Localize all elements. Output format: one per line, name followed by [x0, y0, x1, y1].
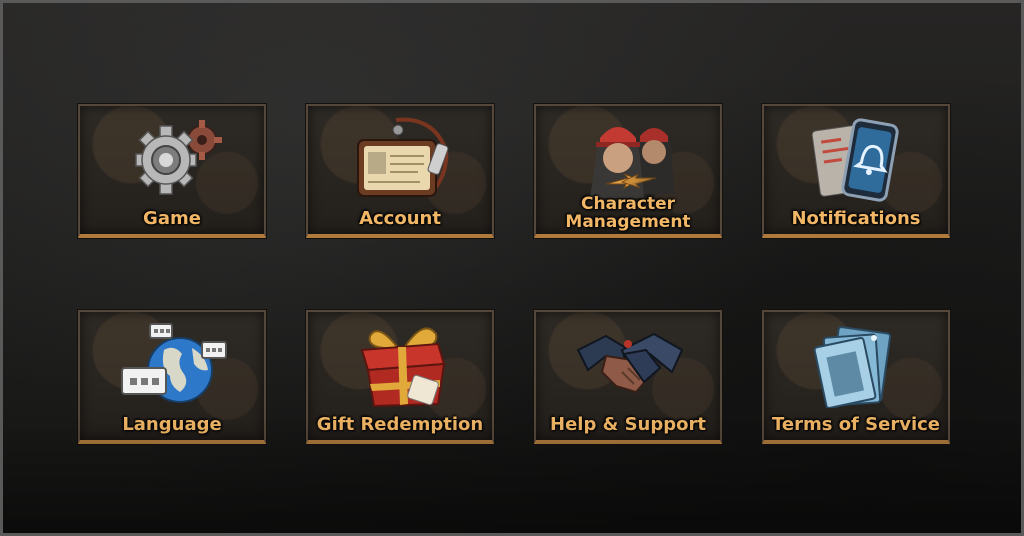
tile-label: Game	[143, 208, 201, 229]
phone-bell-icon	[804, 114, 912, 202]
tile-label: Help & Support	[550, 414, 706, 435]
gift-box-icon	[348, 320, 456, 408]
tile-account[interactable]: Account	[306, 104, 494, 238]
tile-notifications[interactable]: Notifications	[762, 104, 950, 238]
documents-icon	[804, 320, 912, 408]
tile-terms-of-service[interactable]: Terms of Service	[762, 310, 950, 444]
characters-swap-icon	[576, 114, 684, 202]
tile-label: Gift Redemption	[316, 414, 484, 435]
tile-character-management[interactable]: Character Management	[534, 104, 722, 238]
tile-label: Terms of Service	[771, 414, 940, 435]
id-badge-icon	[348, 114, 456, 202]
tile-gift-redemption[interactable]: Gift Redemption	[306, 310, 494, 444]
globe-chat-icon	[120, 320, 228, 408]
settings-panel: Game Account Character Management Notifi…	[0, 0, 1024, 536]
tile-label: Account	[359, 208, 441, 229]
handshake-icon	[576, 320, 684, 408]
tile-help-support[interactable]: Help & Support	[534, 310, 722, 444]
tile-game[interactable]: Game	[78, 104, 266, 238]
tile-language[interactable]: Language	[78, 310, 266, 444]
tile-label: Notifications	[791, 208, 921, 229]
gear-icon	[120, 114, 228, 202]
tile-label: Language	[122, 414, 222, 435]
tile-label: Character Management	[565, 194, 691, 232]
